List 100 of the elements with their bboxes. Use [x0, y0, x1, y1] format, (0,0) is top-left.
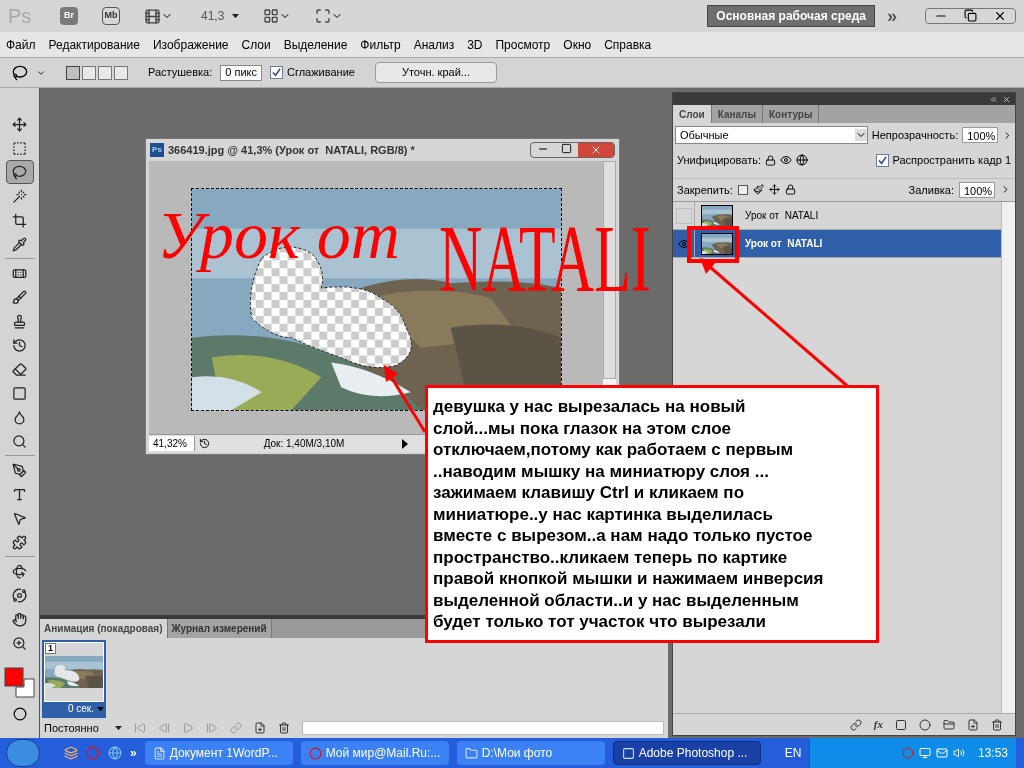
bridge-button[interactable]: Br [60, 7, 78, 25]
menu-item[interactable]: Справка [604, 35, 652, 54]
pen-tool-icon[interactable] [12, 462, 27, 478]
more-workspaces-button[interactable]: » [887, 7, 897, 25]
restore-icon[interactable] [964, 9, 977, 22]
layer-row[interactable]: Урок от NATALI [673, 230, 1001, 258]
chevron-down-icon[interactable] [854, 129, 867, 141]
status-icon[interactable] [199, 438, 210, 449]
panel-tab[interactable]: Каналы [711, 105, 763, 123]
taskbar-button[interactable]: Мой мир@Mail.Ru:... [300, 741, 449, 765]
taskbar-button[interactable]: Документ 1WordP... [144, 741, 293, 765]
zoom-tool-icon[interactable] [12, 635, 27, 651]
blend-mode-dropdown[interactable]: Обычные [675, 126, 868, 144]
selection-mode-icon[interactable] [82, 65, 96, 80]
selection-mode-icon[interactable] [66, 65, 80, 80]
menu-item[interactable]: Выделение [283, 35, 348, 54]
selection-mode-icon[interactable] [98, 65, 112, 80]
menu-item[interactable]: Окно [563, 35, 592, 54]
eraser-tool-icon[interactable] [12, 361, 27, 377]
layers-scrollbar[interactable] [1001, 202, 1015, 713]
link-icon[interactable] [849, 718, 862, 731]
menu-item[interactable]: Изображение [152, 35, 229, 54]
mask-icon[interactable] [895, 718, 907, 731]
adjustment-icon[interactable] [919, 718, 931, 731]
caret-icon[interactable] [114, 725, 122, 731]
move-tool-icon[interactable] [12, 116, 27, 132]
workspace-button[interactable]: Основная рабочая среда [707, 5, 875, 27]
mini-bridge-button[interactable]: Mb [102, 7, 120, 25]
shape-tool-icon[interactable] [12, 534, 27, 550]
menu-item[interactable]: Фильтр [360, 35, 401, 54]
film-icon[interactable] [144, 7, 161, 25]
arrange-icon[interactable] [263, 8, 280, 24]
network-icon[interactable] [918, 747, 931, 759]
zoom-dropdown[interactable]: 41,3 [201, 7, 240, 25]
brush-tool-icon[interactable] [12, 289, 27, 305]
type-tool-icon[interactable] [12, 486, 27, 502]
foreground-color-swatch[interactable] [4, 667, 23, 687]
gradient-tool-icon[interactable] [12, 385, 27, 401]
selection-arrow-icon[interactable] [12, 510, 27, 526]
menu-item[interactable]: Слои [241, 35, 271, 54]
unify-visibility-icon[interactable] [780, 154, 792, 167]
unify-style-icon[interactable] [796, 154, 808, 167]
mail-icon[interactable] [935, 747, 948, 759]
collapse-icon[interactable] [989, 94, 998, 104]
taskbar-button[interactable]: Adobe Photoshop ... [612, 741, 761, 765]
menu-item[interactable]: Анализ [413, 35, 455, 54]
maximize-icon[interactable] [561, 143, 572, 154]
caret-icon[interactable] [232, 13, 240, 19]
play-icon[interactable] [402, 438, 408, 449]
lasso-tool-button[interactable] [5, 160, 34, 184]
hand-tool-icon[interactable] [12, 611, 27, 627]
zoom-field[interactable]: 41,32% [149, 436, 195, 451]
screen-mode-icon[interactable] [315, 8, 332, 24]
menu-item[interactable]: Файл [6, 35, 36, 54]
close-icon[interactable] [993, 9, 1007, 23]
effects-icon[interactable]: fx [873, 716, 883, 733]
lasso-icon[interactable] [12, 64, 28, 81]
frame-delay[interactable]: 0 сек. [67, 702, 94, 716]
wand-tool-icon[interactable] [12, 188, 27, 204]
lock-pixels-icon[interactable] [752, 184, 764, 196]
lock-transparency-icon[interactable] [737, 184, 748, 195]
start-button[interactable] [6, 739, 40, 767]
panel-tab[interactable]: Анимация (покадровая) [40, 619, 168, 638]
eyedropper-tool-icon[interactable] [12, 236, 27, 252]
new-layer-icon[interactable] [967, 718, 979, 731]
opacity-field[interactable]: 100% [962, 127, 999, 143]
lock-all-icon[interactable] [784, 184, 796, 196]
refine-edge-button[interactable]: Уточн. край... [374, 62, 497, 83]
new-frame-icon[interactable] [253, 722, 266, 734]
loop-dropdown[interactable]: Постоянно [44, 719, 122, 737]
checkbox[interactable] [875, 153, 889, 167]
eye-icon[interactable] [677, 237, 690, 250]
visibility-toggle[interactable] [675, 207, 692, 224]
browser-icon[interactable] [108, 746, 122, 760]
background-color-swatch[interactable] [15, 678, 34, 698]
blur-tool-icon[interactable] [12, 409, 27, 425]
volume-icon[interactable] [952, 747, 965, 759]
close-button[interactable] [578, 143, 614, 157]
menu-item[interactable]: Редактирование [48, 35, 140, 54]
unify-position-icon[interactable] [765, 154, 776, 166]
crop-tool-icon[interactable] [12, 212, 27, 228]
lasso-tool-icon[interactable] [12, 164, 27, 180]
lock-position-icon[interactable] [768, 184, 780, 196]
menu-item[interactable]: 3D [467, 35, 483, 54]
panel-tab[interactable]: Контуры [763, 105, 820, 123]
stamp-tool-icon[interactable] [12, 313, 27, 329]
language-indicator[interactable]: EN [784, 744, 802, 762]
panel-tab[interactable]: Журнал измерений [167, 619, 272, 638]
group-icon[interactable] [943, 718, 955, 731]
feather-field[interactable]: 0 пикс [220, 64, 262, 81]
checkbox[interactable] [270, 66, 283, 79]
fill-field[interactable]: 100% [959, 181, 995, 198]
delete-icon[interactable] [277, 722, 290, 734]
rotate-3d-icon[interactable] [12, 563, 27, 579]
history-brush-icon[interactable] [12, 337, 27, 353]
animation-frame[interactable]: 1 0 сек. [42, 640, 106, 718]
taskbar-button[interactable]: D:\Мои фото [456, 741, 605, 765]
marquee-tool-icon[interactable] [12, 140, 27, 156]
menu-item[interactable]: Просмотр [495, 35, 551, 54]
delete-icon[interactable] [991, 718, 1003, 731]
